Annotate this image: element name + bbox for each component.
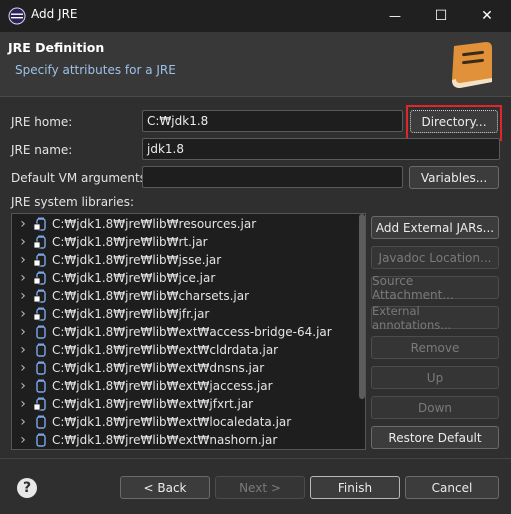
- library-row[interactable]: › C:₩jdk1.8₩jre₩lib₩charsets.jar: [12, 287, 365, 305]
- jre-home-input[interactable]: C:₩jdk1.8: [142, 110, 403, 132]
- expand-chevron-icon[interactable]: ›: [16, 360, 30, 376]
- expand-chevron-icon[interactable]: ›: [16, 306, 30, 322]
- remove-button[interactable]: Remove: [371, 336, 499, 359]
- library-row[interactable]: › C:₩jdk1.8₩jre₩lib₩jfr.jar: [12, 305, 365, 323]
- library-row[interactable]: › C:₩jdk1.8₩jre₩lib₩ext₩jaccess.jar: [12, 377, 365, 395]
- expand-chevron-icon[interactable]: ›: [16, 432, 30, 448]
- header-subtitle: Specify attributes for a JRE: [15, 63, 176, 77]
- jar-icon: [36, 415, 46, 429]
- maximize-button[interactable]: ☐: [418, 0, 464, 32]
- expand-chevron-icon[interactable]: ›: [16, 216, 30, 232]
- finish-button[interactable]: Finish: [310, 476, 400, 499]
- vm-args-input[interactable]: [142, 166, 403, 188]
- library-path: C:₩jdk1.8₩jre₩lib₩ext₩dnsns.jar: [52, 361, 265, 375]
- next-button[interactable]: Next >: [215, 476, 305, 499]
- directory-button[interactable]: Directory...: [410, 110, 498, 133]
- footer-divider: [0, 458, 511, 459]
- jar-icon: [36, 361, 46, 375]
- expand-chevron-icon[interactable]: ›: [16, 414, 30, 430]
- jar-source-icon: [34, 271, 46, 285]
- minimize-button[interactable]: —: [372, 0, 418, 32]
- help-icon[interactable]: ?: [17, 478, 37, 498]
- expand-chevron-icon[interactable]: ›: [16, 252, 30, 268]
- jar-icon: [36, 379, 46, 393]
- library-path: C:₩jdk1.8₩jre₩lib₩charsets.jar: [52, 289, 250, 303]
- external-annotations-button[interactable]: External annotations...: [371, 304, 499, 332]
- minimize-icon: —: [389, 9, 401, 23]
- library-row[interactable]: › C:₩jdk1.8₩jre₩lib₩ext₩nashorn.jar: [12, 431, 365, 449]
- jar-source-icon: [34, 217, 46, 231]
- back-button[interactable]: < Back: [120, 476, 210, 499]
- jar-source-icon: [34, 307, 46, 321]
- expand-chevron-icon[interactable]: ›: [16, 234, 30, 250]
- up-button[interactable]: Up: [371, 366, 499, 389]
- jre-home-label: JRE home:: [11, 115, 73, 129]
- library-path: C:₩jdk1.8₩jre₩lib₩ext₩jfxrt.jar: [52, 397, 254, 411]
- header-divider: [0, 96, 511, 97]
- jre-name-input[interactable]: jdk1.8: [142, 138, 500, 160]
- library-row[interactable]: › C:₩jdk1.8₩jre₩lib₩jce.jar: [12, 269, 365, 287]
- library-path: C:₩jdk1.8₩jre₩lib₩ext₩localedata.jar: [52, 415, 292, 429]
- jar-icon: [36, 433, 46, 447]
- expand-chevron-icon[interactable]: ›: [16, 288, 30, 304]
- vm-args-label: Default VM arguments:: [11, 171, 151, 185]
- jar-source-icon: [34, 253, 46, 267]
- library-row[interactable]: › C:₩jdk1.8₩jre₩lib₩resources.jar: [12, 215, 365, 233]
- cancel-button[interactable]: Cancel: [405, 476, 499, 499]
- source-attachment-button[interactable]: Source Attachment...: [371, 274, 499, 302]
- variables-button[interactable]: Variables...: [409, 166, 499, 189]
- jar-icon: [36, 343, 46, 357]
- header-title: JRE Definition: [8, 40, 105, 55]
- library-path: C:₩jdk1.8₩jre₩lib₩ext₩access-bridge-64.j…: [52, 325, 332, 339]
- library-row[interactable]: › C:₩jdk1.8₩jre₩lib₩ext₩cldrdata.jar: [12, 341, 365, 359]
- library-row[interactable]: › C:₩jdk1.8₩jre₩lib₩ext₩localedata.jar: [12, 413, 365, 431]
- jre-name-label: JRE name:: [11, 143, 73, 157]
- add-external-jars-button[interactable]: Add External JARs...: [371, 216, 499, 239]
- library-row[interactable]: › C:₩jdk1.8₩jre₩lib₩rt.jar: [12, 233, 365, 251]
- library-path: C:₩jdk1.8₩jre₩lib₩ext₩cldrdata.jar: [52, 343, 279, 357]
- libraries-tree[interactable]: › C:₩jdk1.8₩jre₩lib₩resources.jar › C:₩jdk1…: [11, 213, 366, 450]
- library-path: C:₩jdk1.8₩jre₩lib₩jfr.jar: [52, 307, 210, 321]
- close-icon: ✕: [481, 8, 493, 24]
- expand-chevron-icon[interactable]: ›: [16, 396, 30, 412]
- close-button[interactable]: ✕: [464, 0, 510, 32]
- library-path: C:₩jdk1.8₩jre₩lib₩ext₩jaccess.jar: [52, 379, 273, 393]
- library-row[interactable]: › C:₩jdk1.8₩jre₩lib₩ext₩dnsns.jar: [12, 359, 365, 377]
- jar-icon: [36, 325, 46, 339]
- maximize-icon: ☐: [434, 8, 448, 24]
- expand-chevron-icon[interactable]: ›: [16, 378, 30, 394]
- library-row[interactable]: › C:₩jdk1.8₩jre₩lib₩ext₩jfxrt.jar: [12, 395, 365, 413]
- jar-source-icon: [34, 397, 46, 411]
- expand-chevron-icon[interactable]: ›: [16, 324, 30, 340]
- down-button[interactable]: Down: [371, 396, 499, 419]
- libraries-label: JRE system libraries:: [11, 195, 134, 209]
- jar-source-icon: [34, 235, 46, 249]
- library-path: C:₩jdk1.8₩jre₩lib₩rt.jar: [52, 235, 208, 249]
- expand-chevron-icon[interactable]: ›: [16, 342, 30, 358]
- libraries-scrollbar[interactable]: [359, 214, 365, 399]
- library-path: C:₩jdk1.8₩jre₩lib₩ext₩nashorn.jar: [52, 433, 278, 447]
- book-icon: [452, 42, 492, 88]
- jar-source-icon: [34, 289, 46, 303]
- library-path: C:₩jdk1.8₩jre₩lib₩jsse.jar: [52, 253, 222, 267]
- library-row[interactable]: › C:₩jdk1.8₩jre₩lib₩jsse.jar: [12, 251, 365, 269]
- javadoc-location-button[interactable]: Javadoc Location...: [371, 246, 499, 269]
- window-title: Add JRE: [31, 7, 78, 21]
- eclipse-app-icon: [8, 7, 26, 25]
- expand-chevron-icon[interactable]: ›: [16, 270, 30, 286]
- library-path: C:₩jdk1.8₩jre₩lib₩resources.jar: [52, 217, 257, 231]
- restore-default-button[interactable]: Restore Default: [371, 426, 499, 449]
- library-row[interactable]: › C:₩jdk1.8₩jre₩lib₩ext₩access-bridge-64.…: [12, 323, 365, 341]
- library-path: C:₩jdk1.8₩jre₩lib₩jce.jar: [52, 271, 216, 285]
